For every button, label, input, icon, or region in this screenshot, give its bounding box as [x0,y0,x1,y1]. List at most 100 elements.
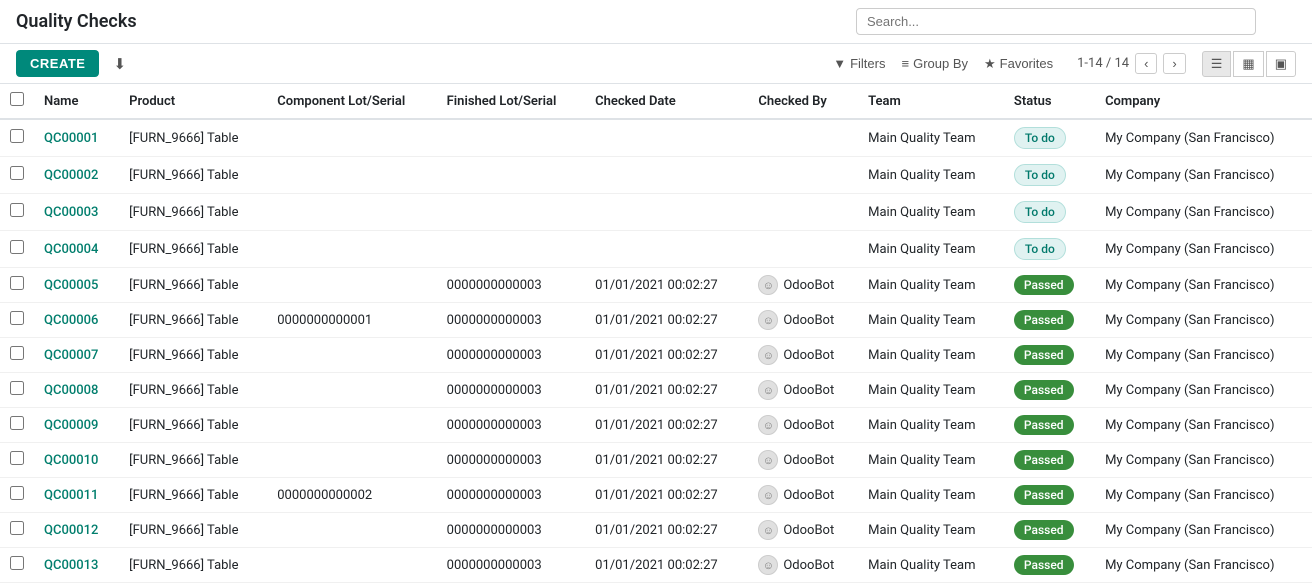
row-comp-lot [267,119,436,157]
row-name[interactable]: QC00001 [34,119,119,157]
row-name[interactable]: QC00006 [34,303,119,338]
row-company: My Company (San Francisco) [1095,157,1312,194]
next-page-button[interactable]: › [1163,53,1185,74]
row-checkbox[interactable] [10,346,24,360]
row-name[interactable]: QC00007 [34,338,119,373]
table-container: Name Product Component Lot/Serial Finish… [0,84,1312,583]
row-checkbox[interactable] [10,451,24,465]
row-name[interactable]: QC00008 [34,373,119,408]
row-name[interactable]: QC00010 [34,443,119,478]
row-checked-date: 01/01/2021 00:02:27 [585,478,748,513]
favorites-button[interactable]: ★ Favorites [984,56,1053,72]
row-checkbox-cell[interactable] [0,157,34,194]
row-comp-lot [267,194,436,231]
row-status: Passed [1004,513,1095,548]
row-fin-lot: 0000000000003 [437,373,585,408]
avatar: ☺ [758,520,778,540]
row-name[interactable]: QC00002 [34,157,119,194]
row-checkbox[interactable] [10,381,24,395]
kanban-view-button[interactable]: ▦ [1233,51,1263,77]
group-by-button[interactable]: ≡ Group By [901,56,968,71]
select-all-header[interactable] [0,84,34,119]
row-name[interactable]: QC00003 [34,194,119,231]
row-name[interactable]: QC00009 [34,408,119,443]
row-fin-lot [437,231,585,268]
checked-by-cell: ☺ OdooBot [758,555,848,575]
row-checkbox[interactable] [10,556,24,570]
row-company: My Company (San Francisco) [1095,119,1312,157]
table-header: Name Product Component Lot/Serial Finish… [0,84,1312,119]
row-checkbox[interactable] [10,203,24,217]
row-product: [FURN_9666] Table [119,373,267,408]
row-comp-lot: 0000000000001 [267,303,436,338]
row-checkbox-cell[interactable] [0,268,34,303]
row-company: My Company (San Francisco) [1095,231,1312,268]
checked-by-cell: ☺ OdooBot [758,520,848,540]
row-product: [FURN_9666] Table [119,119,267,157]
row-checkbox-cell[interactable] [0,478,34,513]
row-checkbox-cell[interactable] [0,194,34,231]
row-name[interactable]: QC00012 [34,513,119,548]
list-view-button[interactable]: ☰ [1202,51,1232,77]
row-checkbox-cell[interactable] [0,548,34,583]
row-checked-by: ☺ OdooBot [748,513,858,548]
search-bar[interactable] [856,8,1256,35]
row-company: My Company (San Francisco) [1095,373,1312,408]
row-checkbox[interactable] [10,486,24,500]
checked-by-name: OdooBot [783,523,834,538]
row-checkbox[interactable] [10,166,24,180]
row-name[interactable]: QC00011 [34,478,119,513]
pivot-view-button[interactable]: ▣ [1266,51,1296,77]
create-button[interactable]: CREATE [16,50,99,77]
row-checkbox-cell[interactable] [0,338,34,373]
download-icon: ⬇ [113,56,126,73]
row-name[interactable]: QC00005 [34,268,119,303]
row-checked-by: ☺ OdooBot [748,338,858,373]
search-input[interactable] [856,8,1256,35]
row-checkbox-cell[interactable] [0,119,34,157]
row-fin-lot [437,119,585,157]
row-checked-by: ☺ OdooBot [748,268,858,303]
row-checkbox[interactable] [10,240,24,254]
row-product: [FURN_9666] Table [119,157,267,194]
row-product: [FURN_9666] Table [119,194,267,231]
row-name[interactable]: QC00004 [34,231,119,268]
table-body: QC00001 [FURN_9666] Table Main Quality T… [0,119,1312,583]
table-row: QC00012 [FURN_9666] Table 0000000000003 … [0,513,1312,548]
row-status: Passed [1004,408,1095,443]
row-checkbox-cell[interactable] [0,408,34,443]
prev-page-button[interactable]: ‹ [1135,53,1157,74]
row-team: Main Quality Team [858,268,1004,303]
filters-button[interactable]: ▼ Filters [833,56,885,71]
col-status-header: Status [1004,84,1095,119]
row-name[interactable]: QC00013 [34,548,119,583]
view-buttons: ☰ ▦ ▣ [1202,51,1296,77]
table-row: QC00005 [FURN_9666] Table 0000000000003 … [0,268,1312,303]
row-team: Main Quality Team [858,373,1004,408]
row-status: Passed [1004,268,1095,303]
row-checked-by [748,119,858,157]
row-checkbox-cell[interactable] [0,443,34,478]
row-checkbox[interactable] [10,521,24,535]
select-all-checkbox[interactable] [10,92,24,106]
checked-by-name: OdooBot [783,418,834,433]
row-product: [FURN_9666] Table [119,478,267,513]
row-checkbox-cell[interactable] [0,303,34,338]
row-checkbox-cell[interactable] [0,373,34,408]
status-badge: Passed [1014,345,1074,365]
checked-by-name: OdooBot [783,488,834,503]
table-row: QC00009 [FURN_9666] Table 0000000000003 … [0,408,1312,443]
row-company: My Company (San Francisco) [1095,194,1312,231]
row-team: Main Quality Team [858,338,1004,373]
row-checkbox[interactable] [10,129,24,143]
row-company: My Company (San Francisco) [1095,513,1312,548]
row-checkbox[interactable] [10,416,24,430]
row-checkbox-cell[interactable] [0,513,34,548]
row-company: My Company (San Francisco) [1095,303,1312,338]
row-checkbox[interactable] [10,276,24,290]
download-button[interactable]: ⬇ [107,51,132,77]
row-checkbox-cell[interactable] [0,231,34,268]
row-checkbox[interactable] [10,311,24,325]
col-team-header: Team [858,84,1004,119]
row-comp-lot [267,338,436,373]
